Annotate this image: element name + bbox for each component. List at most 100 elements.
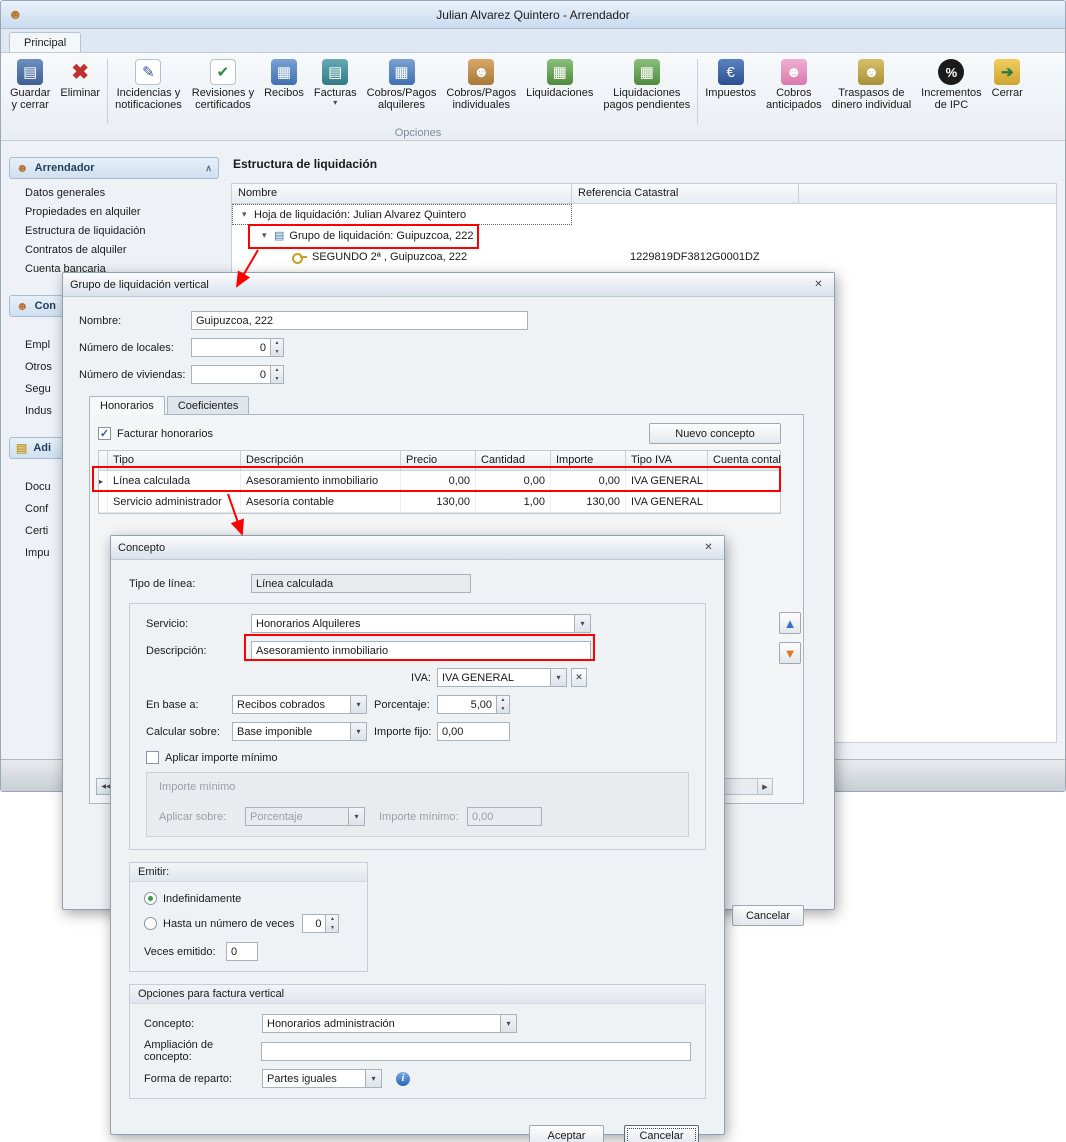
dropdown-arrow-icon[interactable] <box>351 722 367 741</box>
incrementos-ipc-button[interactable]: % Incrementos de IPC <box>916 57 987 113</box>
grid-column-precio[interactable]: Precio <box>401 451 476 470</box>
move-up-button[interactable]: ▲ <box>779 612 801 634</box>
facturar-honorarios-checkbox[interactable]: Facturar honorarios <box>98 427 213 440</box>
spinner-arrows-icon[interactable] <box>271 365 284 384</box>
cell-cantidad: 0,00 <box>476 471 551 491</box>
sidebar-item-contratos-de-alquiler[interactable]: Contratos de alquiler <box>25 244 219 256</box>
cobros-anticipados-button[interactable]: ☻ Cobros anticipados <box>761 57 827 113</box>
grid-column-tipo-iva[interactable]: Tipo IVA <box>626 451 708 470</box>
tree-row-segundo[interactable]: SEGUNDO 2ª , Guipuzcoa, 222 1229819DF381… <box>232 246 1056 267</box>
spinner-arrows-icon[interactable] <box>497 695 510 714</box>
grid-row-linea-calculada[interactable]: Línea calculada Asesoramiento inmobiliar… <box>99 471 780 492</box>
cell-cantidad: 1,00 <box>476 492 551 512</box>
grid-column-cuenta-contable[interactable]: Cuenta contab <box>708 451 780 470</box>
traspasos-dinero-button[interactable]: ☻ Traspasos de dinero individual <box>827 57 917 113</box>
forma-reparto-select[interactable]: Partes iguales <box>262 1069 382 1088</box>
close-icon[interactable]: ✕ <box>700 540 717 556</box>
guardar-y-cerrar-button[interactable]: ▤ Guardar y cerrar <box>5 57 55 113</box>
dropdown-arrow-icon[interactable] <box>501 1014 517 1033</box>
sidebar-section-arrendador[interactable]: ☻ Arrendador ∧ <box>9 157 219 179</box>
porcentaje-stepper[interactable]: 5,00 <box>437 695 510 714</box>
screen: ☻ Julian Alvarez Quintero - Arrendador P… <box>0 0 1066 1142</box>
en-base-a-select[interactable]: Recibos cobrados <box>232 695 367 714</box>
column-header-referencia-catastral[interactable]: Referencia Catastral <box>572 184 799 203</box>
grid-column-cantidad[interactable]: Cantidad <box>476 451 551 470</box>
calculator-icon: ▦ <box>271 59 297 85</box>
button-label: Cobros/Pagos alquileres <box>367 87 437 111</box>
grid-row-servicio-administrador[interactable]: Servicio administrador Asesoría contable… <box>99 492 780 513</box>
cobros-pagos-alquileres-button[interactable]: ▦ Cobros/Pagos alquileres <box>362 57 442 113</box>
ribbon-tabstrip: Principal <box>1 29 1065 53</box>
eliminar-button[interactable]: ✖ Eliminar <box>55 57 105 101</box>
hasta-numero-veces-label: Hasta un número de veces <box>163 918 294 930</box>
concepto-value: Honorarios administración <box>262 1014 501 1033</box>
clear-iva-button[interactable]: ✕ <box>571 668 587 687</box>
move-down-button[interactable]: ▼ <box>779 642 801 664</box>
nuevo-concepto-button[interactable]: Nuevo concepto <box>649 423 781 444</box>
cell-importe: 0,00 <box>551 471 626 491</box>
nombre-input[interactable]: Guipuzcoa, 222 <box>191 311 528 330</box>
tree-row-hoja-liquidacion[interactable]: Hoja de liquidación: Julian Alvarez Quin… <box>232 204 1056 225</box>
tab-principal[interactable]: Principal <box>9 32 81 52</box>
dropdown-arrow-icon[interactable] <box>551 668 567 687</box>
numero-viviendas-stepper[interactable]: 0 <box>191 365 284 384</box>
incidencias-button[interactable]: ✎ Incidencias y notificaciones <box>110 57 187 113</box>
cancelar-button[interactable]: Cancelar <box>732 905 804 926</box>
close-icon[interactable]: ✕ <box>810 277 827 293</box>
cerrar-button[interactable]: ➔ Cerrar <box>987 57 1028 101</box>
sidebar-item-estructura-de-liquidacion[interactable]: Estructura de liquidación <box>25 225 219 237</box>
grid-column-importe[interactable]: Importe <box>551 451 626 470</box>
revisiones-button[interactable]: ✔ Revisiones y certificados <box>187 57 259 113</box>
chevron-up-icon[interactable]: ∧ <box>205 163 212 174</box>
button-label: Traspasos de dinero individual <box>832 87 912 111</box>
dialog-titlebar[interactable]: Grupo de liquidación vertical ✕ <box>63 273 834 297</box>
hasta-numero-veces-radio[interactable]: Hasta un número de veces 0 <box>144 914 353 933</box>
numero-locales-stepper[interactable]: 0 <box>191 338 284 357</box>
aplicar-importe-minimo-checkbox[interactable]: Aplicar importe mínimo <box>146 751 689 764</box>
aceptar-button[interactable]: Aceptar <box>529 1125 604 1142</box>
importe-fijo-input[interactable]: 0,00 <box>437 722 510 741</box>
collapse-arrow-icon[interactable] <box>242 209 254 220</box>
info-icon[interactable] <box>396 1072 410 1086</box>
tree-node-hoja-liquidacion[interactable]: Hoja de liquidación: Julian Alvarez Quin… <box>232 204 572 225</box>
window-titlebar[interactable]: ☻ Julian Alvarez Quintero - Arrendador <box>1 1 1065 29</box>
cancelar-button[interactable]: Cancelar <box>624 1125 699 1142</box>
sidebar-item-datos-generales[interactable]: Datos generales <box>25 187 219 199</box>
calcular-sobre-select[interactable]: Base imponible <box>232 722 367 741</box>
impuestos-button[interactable]: € Impuestos <box>700 57 761 101</box>
dialog-titlebar[interactable]: Concepto ✕ <box>111 536 724 560</box>
spinner-arrows-icon[interactable] <box>326 914 339 933</box>
spinner-arrows-icon[interactable] <box>271 338 284 357</box>
scroll-right-arrow-icon[interactable] <box>757 779 772 794</box>
column-header-nombre[interactable]: Nombre <box>232 184 572 203</box>
grid-column-descripcion[interactable]: Descripción <box>241 451 401 470</box>
liquidaciones-pagos-pendientes-button[interactable]: ▦ Liquidaciones pagos pendientes <box>598 57 695 113</box>
column-header-extra[interactable] <box>799 184 1056 203</box>
tree-node-grupo-liquidacion[interactable]: ▤ Grupo de liquidación: Guipuzcoa, 222 <box>232 225 572 246</box>
tree-node-segundo[interactable]: SEGUNDO 2ª , Guipuzcoa, 222 <box>232 246 572 267</box>
concept-fields-groupbox: Servicio: Honorarios Alquileres Descripc… <box>129 603 706 850</box>
descripcion-input[interactable]: Asesoramiento inmobiliario <box>251 641 591 660</box>
collapse-arrow-icon[interactable] <box>262 230 274 241</box>
concepto-select[interactable]: Honorarios administración <box>262 1014 517 1033</box>
sidebar-item-propiedades-en-alquiler[interactable]: Propiedades en alquiler <box>25 206 219 218</box>
dropdown-arrow-icon[interactable] <box>366 1069 382 1088</box>
iva-select[interactable]: IVA GENERAL <box>437 668 567 687</box>
facturas-button[interactable]: ▤ Facturas ▾ <box>309 57 362 108</box>
dropdown-arrow-icon[interactable] <box>351 695 367 714</box>
tree-node-label: Hoja de liquidación: Julian Alvarez Quin… <box>254 209 466 221</box>
tab-honorarios[interactable]: Honorarios <box>89 396 165 415</box>
indefinidamente-radio[interactable]: Indefinidamente <box>144 892 353 905</box>
hasta-veces-stepper[interactable]: 0 <box>302 914 339 933</box>
tree-node-ref <box>572 225 799 246</box>
recibos-button[interactable]: ▦ Recibos <box>259 57 309 101</box>
servicio-select[interactable]: Honorarios Alquileres <box>251 614 591 633</box>
grid-column-tipo[interactable]: Tipo <box>108 451 241 470</box>
veces-emitido-value: 0 <box>231 946 237 958</box>
cobros-pagos-individuales-button[interactable]: ☻ Cobros/Pagos individuales <box>441 57 521 113</box>
tree-row-grupo-liquidacion[interactable]: ▤ Grupo de liquidación: Guipuzcoa, 222 <box>232 225 1056 246</box>
ampliacion-concepto-input[interactable] <box>261 1042 691 1061</box>
liquidaciones-button[interactable]: ▦ Liquidaciones <box>521 57 598 101</box>
tab-coeficientes[interactable]: Coeficientes <box>167 396 250 415</box>
dropdown-arrow-icon[interactable] <box>575 614 591 633</box>
